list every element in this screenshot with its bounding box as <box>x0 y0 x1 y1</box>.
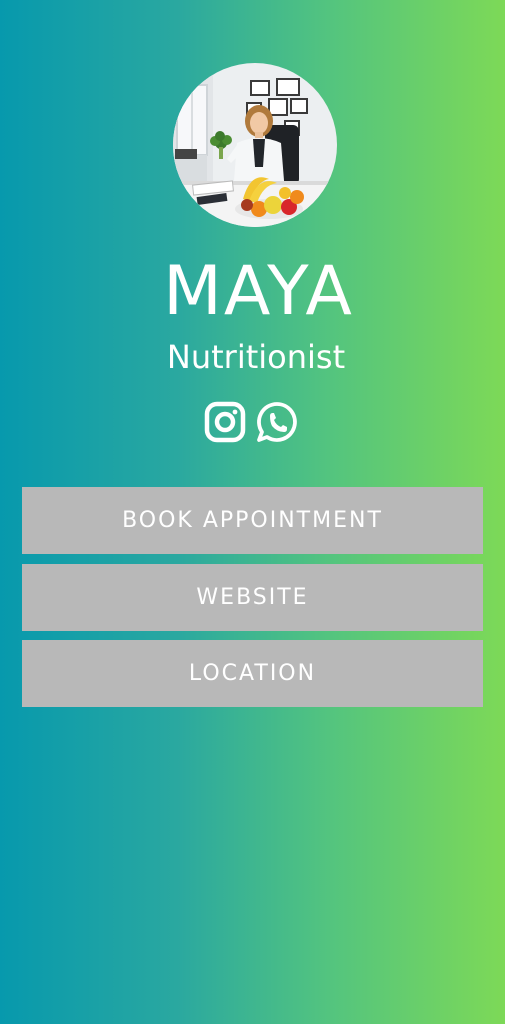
instagram-icon <box>204 401 246 443</box>
instagram-link[interactable] <box>204 401 246 443</box>
profile-page: MAYA Nutritionist BOOK APPOINTMENT WEBSI… <box>0 0 505 1024</box>
location-button[interactable]: LOCATION <box>22 640 483 707</box>
website-button[interactable]: WEBSITE <box>22 564 483 631</box>
whatsapp-icon <box>257 402 297 442</box>
avatar <box>173 63 337 227</box>
social-links <box>202 401 302 443</box>
avatar-photo <box>173 63 337 227</box>
profile-title: Nutritionist <box>166 338 346 376</box>
whatsapp-link[interactable] <box>256 401 298 443</box>
profile-name: MAYA <box>163 252 354 331</box>
book-appointment-button[interactable]: BOOK APPOINTMENT <box>22 487 483 554</box>
